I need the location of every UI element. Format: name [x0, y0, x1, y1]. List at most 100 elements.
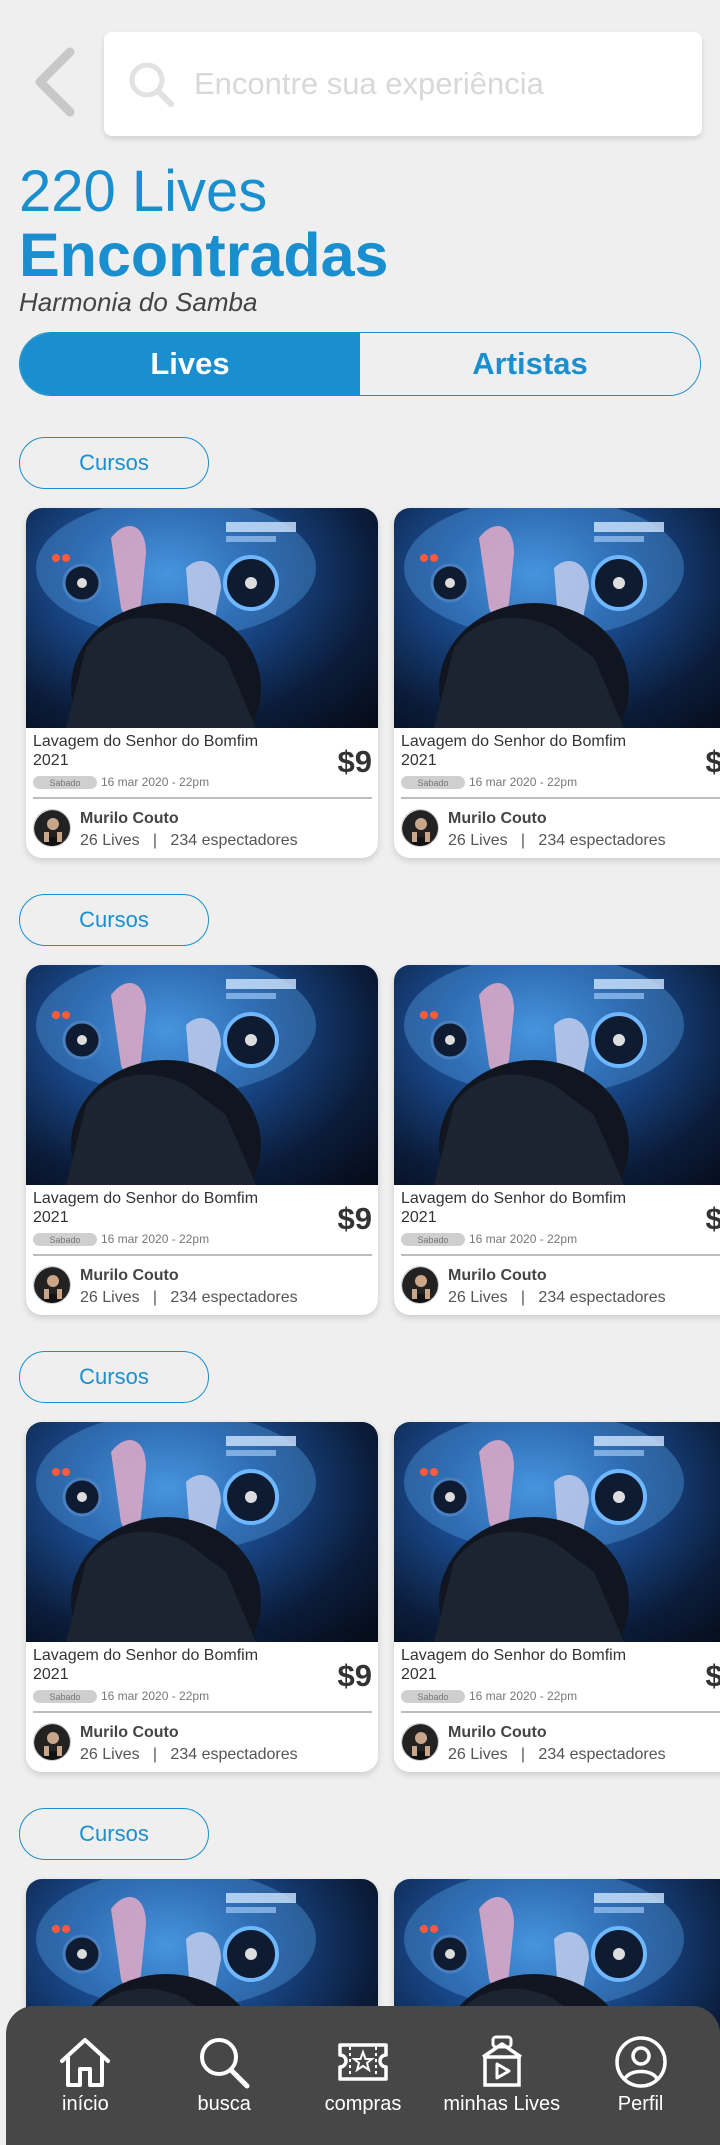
artist-stats: 26 Lives | 234 espectadores — [80, 832, 298, 849]
avatar — [401, 1266, 439, 1304]
artist-avatar-art — [402, 810, 438, 846]
category-section: Cursos Lavagem do Senhor do Bomfim 2021 … — [0, 894, 720, 1315]
day-badge: Sabado — [33, 1233, 97, 1246]
nav-my-lives[interactable]: minhas Lives — [432, 2035, 571, 2116]
artist-avatar-art — [34, 810, 70, 846]
artist-avatar-art — [402, 1724, 438, 1760]
nav-profile-label: Perfil — [617, 2093, 664, 2115]
user-circle-icon — [614, 2036, 667, 2088]
search-icon — [129, 62, 174, 107]
day-badge: Sabado — [401, 1233, 465, 1246]
search-icon — [200, 2038, 250, 2089]
artist-name: Murilo Couto — [80, 1267, 179, 1284]
nav-purchases[interactable]: compras — [294, 2035, 433, 2116]
live-thumbnail — [394, 965, 720, 1185]
live-date: 16 mar 2020 - 22pm — [101, 775, 210, 789]
card-divider — [33, 1254, 372, 1256]
artist-stats: 26 Lives | 234 espectadores — [448, 1746, 666, 1763]
artist-name: Murilo Couto — [80, 810, 179, 827]
live-card[interactable]: Lavagem do Senhor do Bomfim 2021 $9 Saba… — [26, 1422, 378, 1772]
nav-my-lives-label: minhas Lives — [443, 2093, 561, 2115]
avatar — [401, 1723, 439, 1761]
artist-name: Murilo Couto — [448, 1724, 547, 1741]
category-chip[interactable]: Cursos — [19, 1808, 209, 1860]
category-section: Cursos Lavagem do Senhor do Bomfim 2021 … — [0, 437, 720, 858]
avatar — [33, 809, 71, 847]
nav-purchases-label: compras — [324, 2093, 402, 2115]
play-house-icon — [481, 2035, 522, 2087]
artist-stats: 26 Lives | 234 espectadores — [448, 832, 666, 849]
live-title: Lavagem do Senhor do Bomfim 2021 — [401, 1190, 627, 1226]
live-title: Lavagem do Senhor do Bomfim 2021 — [33, 1647, 259, 1683]
live-date: 16 mar 2020 - 22pm — [101, 1232, 210, 1246]
live-title: Lavagem do Senhor do Bomfim 2021 — [33, 733, 259, 769]
day-badge: Sabado — [33, 1690, 97, 1703]
live-card[interactable]: Lavagem do Senhor do Bomfim 2021 $9 Saba… — [394, 508, 720, 858]
card-divider — [33, 797, 372, 799]
category-chip[interactable]: Cursos — [19, 437, 209, 489]
artist-name: Murilo Couto — [448, 810, 547, 827]
live-card[interactable]: Lavagem do Senhor do Bomfim 2021 $9 Saba… — [394, 965, 720, 1315]
card-divider — [33, 1711, 372, 1713]
category-section: Cursos Lavagem do Senhor do Bomfim 2021 … — [0, 1351, 720, 1772]
live-card[interactable]: Lavagem do Senhor do Bomfim 2021 $9 Saba… — [394, 1422, 720, 1772]
ticket-icon — [338, 2043, 388, 2081]
avatar — [401, 809, 439, 847]
nav-profile[interactable]: Perfil — [571, 2035, 710, 2116]
results-found-label: Encontradas — [19, 221, 389, 289]
live-thumbnail — [26, 1422, 378, 1642]
artist-avatar-art — [402, 1267, 438, 1303]
artist-avatar-art — [34, 1267, 70, 1303]
live-thumbnail — [26, 965, 378, 1185]
dj-photo-art — [404, 508, 684, 728]
live-card[interactable]: Lavagem do Senhor do Bomfim 2021 $9 Saba… — [26, 508, 378, 858]
live-date: 16 mar 2020 - 22pm — [469, 1232, 578, 1246]
live-price: $9 — [705, 744, 720, 779]
live-title: Lavagem do Senhor do Bomfim 2021 — [33, 1190, 259, 1226]
avatar — [33, 1266, 71, 1304]
card-divider — [401, 797, 720, 799]
dj-photo-art — [36, 508, 316, 728]
card-divider — [401, 1711, 720, 1713]
tab-artists[interactable]: Artistas — [360, 333, 700, 395]
live-thumbnail — [394, 1422, 720, 1642]
live-price: $9 — [705, 1201, 720, 1236]
dj-photo-art — [404, 965, 684, 1185]
artist-stats: 26 Lives | 234 espectadores — [80, 1746, 298, 1763]
back-button[interactable] — [30, 44, 80, 120]
nav-home[interactable]: início — [16, 2035, 155, 2116]
search-query-subtitle: Harmonia do Samba — [19, 287, 258, 317]
artist-avatar-art — [34, 1724, 70, 1760]
day-badge: Sabado — [401, 776, 465, 789]
day-badge: Sabado — [33, 776, 97, 789]
artist-name: Murilo Couto — [448, 1267, 547, 1284]
live-price: $9 — [337, 1201, 372, 1236]
nav-home-label: início — [62, 2093, 109, 2115]
live-price: $9 — [705, 1658, 720, 1693]
live-price: $9 — [337, 1658, 372, 1693]
tab-lives[interactable]: Lives — [20, 333, 360, 395]
dj-photo-art — [404, 1422, 684, 1642]
results-count: 220 Lives — [19, 159, 268, 224]
artist-stats: 26 Lives | 234 espectadores — [80, 1289, 298, 1306]
search-input[interactable] — [194, 66, 674, 102]
live-date: 16 mar 2020 - 22pm — [469, 1689, 578, 1703]
live-title: Lavagem do Senhor do Bomfim 2021 — [401, 733, 627, 769]
live-date: 16 mar 2020 - 22pm — [101, 1689, 210, 1703]
nav-search[interactable]: busca — [155, 2035, 294, 2116]
dj-photo-art — [36, 1422, 316, 1642]
category-chip[interactable]: Cursos — [19, 894, 209, 946]
artist-name: Murilo Couto — [80, 1724, 179, 1741]
live-thumbnail — [394, 508, 720, 728]
live-price: $9 — [337, 744, 372, 779]
live-card[interactable]: Lavagem do Senhor do Bomfim 2021 $9 Saba… — [26, 965, 378, 1315]
search-bar[interactable] — [104, 32, 702, 136]
bottom-nav: início busca compras minhas Lives Perfil — [6, 2006, 720, 2145]
results-type-toggle: Lives Artistas — [19, 332, 701, 396]
home-icon — [60, 2038, 111, 2087]
card-divider — [401, 1254, 720, 1256]
avatar — [33, 1723, 71, 1761]
live-date: 16 mar 2020 - 22pm — [469, 775, 578, 789]
category-chip[interactable]: Cursos — [19, 1351, 209, 1403]
day-badge: Sabado — [401, 1690, 465, 1703]
